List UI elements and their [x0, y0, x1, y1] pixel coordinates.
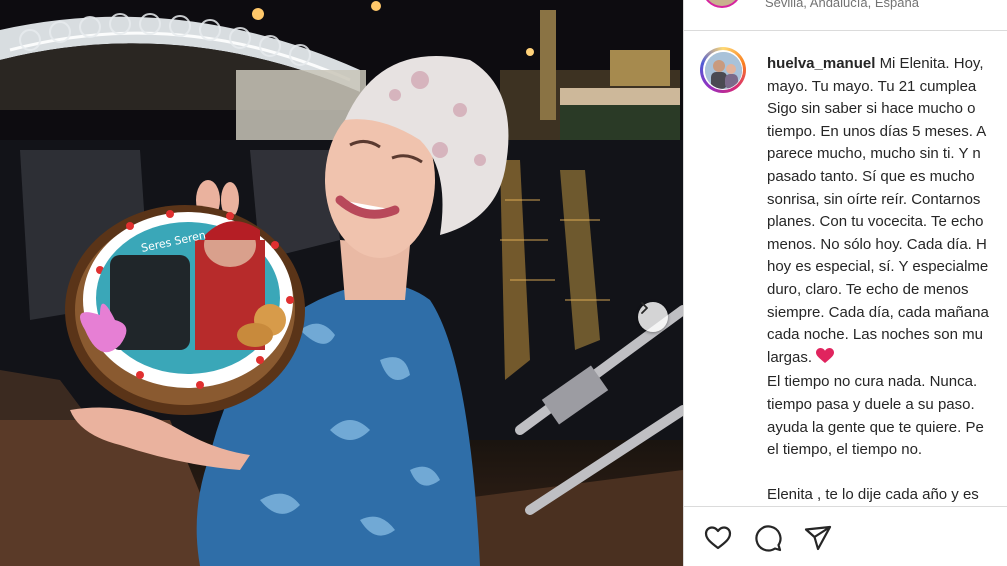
post-sidebar: Sevilla, Andalucía, España huelva_manuel… [683, 0, 1007, 566]
heart-icon [704, 526, 732, 550]
comment-button[interactable] [753, 523, 783, 553]
caption-line: pasado tanto. Sí que es mucho [767, 167, 975, 185]
caption-line: Elenita , te lo dije cada año y es [767, 486, 979, 504]
caption-text: Mi Elenita. Hoy, [879, 55, 984, 72]
caption-line-0: huelva_manuel Mi Elenita. Hoy, [767, 53, 1007, 76]
caption-line: largas. [767, 348, 813, 366]
caption-line: mayo. Tu mayo. Tu 21 cumplea [767, 77, 977, 95]
caption-line: Sigo sin saber si hace mucho o [767, 100, 976, 118]
share-icon [804, 525, 832, 551]
next-photo-button[interactable] [638, 302, 668, 332]
location-link[interactable]: Sevilla, Andalucía, España [765, 0, 919, 10]
caption-line: ayuda la gente que te quiere. Pe [767, 418, 984, 436]
post-caption: huelva_manuel Mi Elenita. Hoy, mayo. Tu … [767, 53, 1007, 507]
caption-line: menos. No sólo hoy. Cada día. H [767, 235, 987, 253]
post-photo: Seres Seren [0, 0, 683, 566]
caption-username[interactable]: huelva_manuel [767, 55, 875, 72]
red-heart-emoji-icon [816, 347, 835, 372]
like-button[interactable] [703, 523, 733, 553]
comment-icon [755, 525, 782, 552]
caption-line: duro, claro. Te echo de menos [767, 280, 969, 298]
post-actions [684, 506, 1007, 566]
caption-line: hoy es especial, sí. Y especialme [767, 258, 989, 276]
caption-blank-line [767, 462, 1007, 485]
post-header: Sevilla, Andalucía, España [684, 0, 1007, 31]
caption-line: sonrisa, sin oírte reír. Contarnos [767, 190, 981, 208]
caption-line: el tiempo, el tiempo no. [767, 441, 923, 459]
caption-line: planes. Con tu vocecita. Te echo [767, 213, 984, 231]
caption-author-avatar[interactable] [700, 47, 746, 93]
caption-line-largas: largas. [767, 347, 1007, 372]
caption-line: El tiempo no cura nada. Nunca. [767, 373, 978, 391]
caption-line: cada noche. Las noches son mu [767, 326, 983, 344]
photo-scene: Seres Seren [0, 0, 683, 566]
caption-line: tiempo pasa y duele a su paso. [767, 395, 975, 413]
chevron-right-icon [641, 302, 648, 314]
author-avatar-top[interactable] [702, 0, 742, 8]
avatar-image [704, 51, 742, 89]
share-button[interactable] [803, 523, 833, 553]
caption-line: tiempo. En unos días 5 meses. A [767, 122, 987, 140]
caption-line: siempre. Cada día, cada mañana [767, 303, 989, 321]
caption-line: parece mucho, mucho sin ti. Y n [767, 145, 981, 163]
